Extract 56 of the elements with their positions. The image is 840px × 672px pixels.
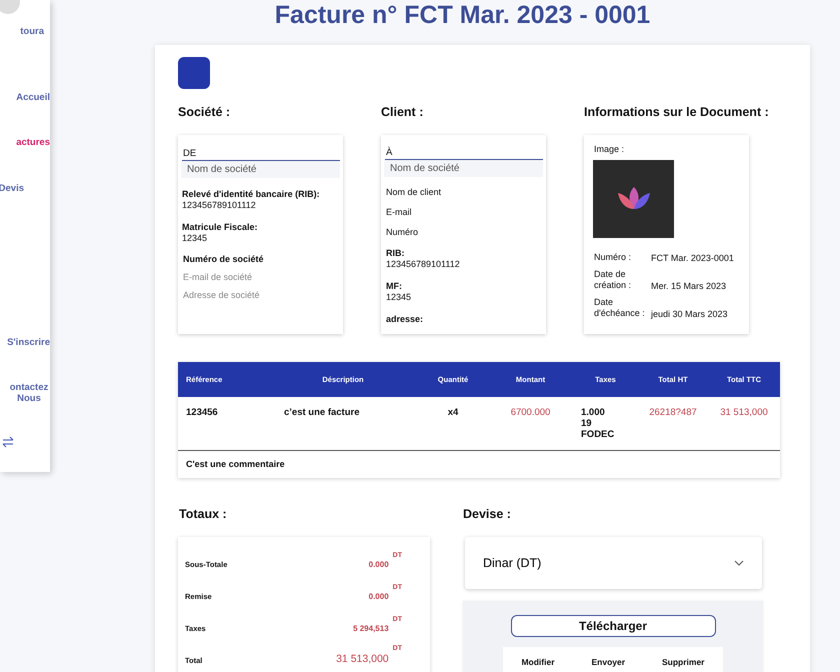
- client-field: E-mail: [386, 207, 541, 217]
- info-label: Numéro :: [594, 252, 632, 263]
- info-value: FCT Mar. 2023-0001: [651, 253, 734, 263]
- info-label: Date de création :: [594, 269, 632, 291]
- company-name-field[interactable]: Nom de société: [384, 160, 543, 177]
- input-field[interactable]: Adresse de société: [183, 290, 338, 300]
- table-cell-text: 123456: [185, 406, 219, 418]
- client-field: Nom de client: [386, 187, 541, 197]
- action-button[interactable]: Supprimer: [662, 657, 704, 667]
- field-label: Relevé d'identité bancaire (RIB):: [182, 189, 321, 200]
- table-cell-text: 31 513,000: [719, 406, 769, 418]
- field-label: adresse:: [386, 314, 424, 325]
- total-value: 31 513,000: [336, 653, 389, 665]
- info-value: jeudi 30 Mars 2023: [651, 309, 728, 319]
- brand-name: toura: [20, 26, 44, 37]
- section-heading: Devise :: [463, 507, 512, 521]
- nav-item[interactable]: Accueil: [0, 92, 50, 103]
- company-number: Numéro de société: [183, 254, 265, 264]
- total-value: 0.000: [368, 592, 389, 601]
- section-heading: Client :: [381, 105, 424, 119]
- nav-item[interactable]: S'inscrire: [0, 337, 50, 348]
- client-field: Numéro: [386, 227, 541, 237]
- section-heading: Totaux :: [179, 507, 228, 521]
- total-value: 5 294,513: [353, 624, 389, 633]
- field-value: 12345: [182, 233, 208, 243]
- action-button[interactable]: Modifier: [521, 657, 555, 667]
- nav-item[interactable]: ontactez Nous: [6, 382, 50, 404]
- chevron-down-icon: [734, 560, 744, 566]
- company-name-field[interactable]: Nom de société: [181, 161, 340, 178]
- section-heading: Informations sur le Document :: [584, 105, 770, 119]
- swap-arrows-icon[interactable]: [2, 436, 14, 448]
- table-cell-text: 1.000 19 FODEC: [580, 406, 616, 440]
- field-value: 123456789101112: [386, 259, 460, 269]
- logo-square: [178, 57, 210, 89]
- field-label: Matricule Fiscale:: [182, 222, 259, 233]
- total-value: 0.000: [368, 560, 389, 569]
- nav-item[interactable]: actures: [0, 137, 50, 148]
- invoice-title: Facture n° FCT Mar. 2023 - 0001: [274, 2, 652, 31]
- table-cell-text: c’est une facture: [283, 406, 360, 418]
- field-value: 123456789101112: [182, 200, 256, 210]
- info-label: Date d'échéance :: [594, 297, 646, 319]
- input-field[interactable]: E-mail de société: [183, 272, 338, 282]
- comment-text: C'est une commentaire: [185, 458, 286, 471]
- download-button[interactable]: Télécharger: [510, 615, 716, 637]
- info-value: Mer. 15 Mars 2023: [651, 281, 726, 291]
- table-cell-text: 6700.000: [510, 406, 552, 418]
- currency-dropdown[interactable]: Dinar (DT): [465, 537, 762, 589]
- currency-value: Dinar (DT): [483, 556, 542, 570]
- table-cell-text: x4: [446, 406, 460, 418]
- action-button[interactable]: Envoyer: [591, 657, 626, 667]
- field-label: RIB:: [386, 248, 406, 259]
- image-label: Image :: [594, 144, 626, 154]
- section-heading: Société :: [178, 105, 232, 119]
- table-cell-text: 26218?487: [648, 406, 698, 418]
- field-value: 12345: [386, 292, 412, 302]
- field-label: MF:: [386, 281, 403, 292]
